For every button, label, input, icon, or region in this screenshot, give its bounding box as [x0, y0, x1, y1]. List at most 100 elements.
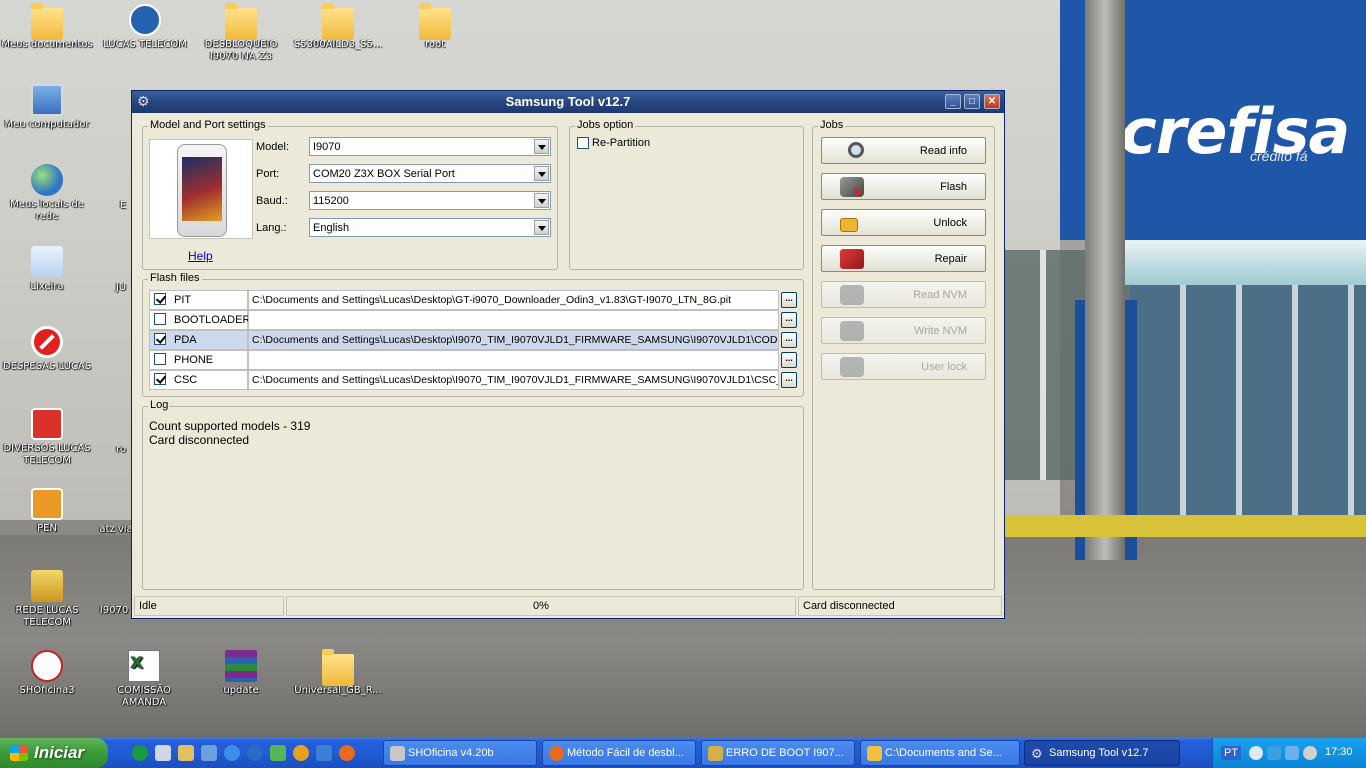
quicklaunch-desktop-icon[interactable]: [201, 745, 217, 761]
browse-button[interactable]: ...: [781, 352, 797, 368]
flash-row-pda[interactable]: PDA C:\Documents and Settings\Lucas\Desk…: [149, 330, 799, 350]
desktop-icon-root[interactable]: root: [388, 3, 482, 51]
repartition-checkbox[interactable]: [577, 137, 589, 149]
flash-row-phone[interactable]: PHONE ...: [149, 350, 799, 370]
model-port-group: Model and Port settings Help Model: I907…: [142, 119, 558, 270]
repair-toolbox-icon: [840, 249, 864, 269]
language-indicator[interactable]: PT: [1221, 746, 1242, 760]
model-value: I9070: [313, 141, 341, 153]
user-lock-button[interactable]: User lock: [821, 353, 986, 380]
task-erro-de-boot[interactable]: ERRO DE BOOT I907...: [701, 740, 855, 766]
tray-network-icon[interactable]: [1267, 746, 1281, 760]
desktop-icon-comissao-amanda[interactable]: COMISSÃO AMANDA: [97, 650, 191, 709]
folder-icon: [225, 3, 257, 40]
key-icon: [31, 488, 63, 520]
quicklaunch-internet-explorer-icon[interactable]: [224, 745, 240, 761]
desktop-icon-label-partial[interactable]: I9070: [96, 605, 132, 617]
flash-row-path[interactable]: C:\Documents and Settings\Lucas\Desktop\…: [248, 290, 779, 310]
desktop-icon-lixeira[interactable]: Lixeira: [0, 246, 94, 293]
quicklaunch-media-icon[interactable]: [247, 745, 263, 761]
bootloader-checkbox[interactable]: [154, 313, 166, 325]
chevron-down-icon[interactable]: [534, 166, 549, 181]
chevron-down-icon[interactable]: [534, 193, 549, 208]
job-button-label: Write NVM: [914, 325, 967, 337]
task-explorer-documents[interactable]: C:\Documents and Se...: [860, 740, 1020, 766]
log-output[interactable]: Count supported models - 319 Card discon…: [149, 419, 310, 447]
quicklaunch-document-icon[interactable]: [155, 745, 171, 761]
desktop-icon-update[interactable]: update: [194, 650, 288, 697]
browse-button[interactable]: ...: [781, 312, 797, 328]
desktop-icon-rede-lucas-telecom[interactable]: REDE LUCAS TELECOM: [0, 570, 94, 629]
minimize-button[interactable]: _: [945, 94, 961, 109]
desktop-icon-meu-computador[interactable]: Meu computador: [0, 84, 94, 131]
winrar-archive-icon: [225, 650, 257, 682]
background-storefront: [1130, 285, 1366, 515]
window-title-bar[interactable]: ⚙ Samsung Tool v12.7 _ □ ✕: [132, 91, 1004, 113]
quicklaunch-firefox-icon[interactable]: [339, 745, 355, 761]
flash-row-path[interactable]: [248, 310, 779, 330]
lang-select[interactable]: English: [309, 218, 551, 237]
background-curb: [1000, 515, 1366, 537]
job-button-label: Unlock: [933, 217, 967, 229]
chevron-down-icon[interactable]: [534, 139, 549, 154]
group-label: Jobs option: [575, 119, 636, 131]
close-button[interactable]: ✕: [984, 94, 1000, 109]
flash-row-pit[interactable]: PIT C:\Documents and Settings\Lucas\Desk…: [149, 290, 799, 310]
flash-row-csc[interactable]: CSC C:\Documents and Settings\Lucas\Desk…: [149, 370, 799, 390]
desktop-icon-desbloqueio[interactable]: DESBLOQUEIO I9070 NA Z3: [194, 3, 288, 63]
flash-row-path[interactable]: C:\Documents and Settings\Lucas\Desktop\…: [248, 370, 779, 390]
read-info-button[interactable]: Read info: [821, 137, 986, 164]
desktop-icon-meus-locais-de-rede[interactable]: Meus locais de rede: [0, 164, 94, 223]
browse-button[interactable]: ...: [781, 332, 797, 348]
desktop-icon-despesas-lucas[interactable]: DESPESAS LUCAS: [0, 326, 94, 373]
pda-checkbox[interactable]: [154, 333, 166, 345]
chevron-down-icon[interactable]: [534, 220, 549, 235]
tray-expand-icon[interactable]: [1249, 746, 1263, 760]
help-link[interactable]: Help: [188, 249, 213, 263]
read-nvm-button[interactable]: Read NVM: [821, 281, 986, 308]
phone-checkbox[interactable]: [154, 353, 166, 365]
csc-checkbox[interactable]: [154, 373, 166, 385]
write-nvm-button[interactable]: Write NVM: [821, 317, 986, 344]
desktop-icon-diversos-lucas-telecom[interactable]: DIVERSOS LUCAS TELECOM: [0, 408, 94, 467]
folder-icon: [322, 649, 354, 686]
quicklaunch-messenger-icon[interactable]: [270, 745, 286, 761]
pit-checkbox[interactable]: [154, 293, 166, 305]
task-shoficina[interactable]: SHOficina v4.20b: [383, 740, 537, 766]
quicklaunch-calculator-icon[interactable]: [178, 745, 194, 761]
tray-network-icon[interactable]: [1285, 746, 1299, 760]
quicklaunch-media-player-icon[interactable]: [293, 745, 309, 761]
task-label: SHOficina v4.20b: [408, 747, 494, 759]
desktop-icon-shoficina3[interactable]: SHOficina3: [0, 650, 94, 697]
clock[interactable]: 17:30: [1325, 746, 1353, 758]
task-firefox-metodo[interactable]: Método Fácil de desbl...: [542, 740, 696, 766]
desktop-icon-s5300[interactable]: S5300AILD3_S5...: [291, 3, 385, 51]
desktop-icon-label-partial[interactable]: atz via: [96, 524, 136, 536]
desktop-icon-label: DESPESAS LUCAS: [2, 361, 92, 372]
start-button[interactable]: Iniciar: [0, 738, 108, 768]
desktop-icon-label: Meu computador: [4, 119, 90, 130]
job-button-label: Repair: [934, 253, 967, 265]
desktop-icon-label: LUCAS TELECOM: [103, 39, 187, 50]
task-samsung-tool[interactable]: ⚙ Samsung Tool v12.7: [1024, 740, 1180, 766]
tray-volume-icon[interactable]: [1303, 746, 1317, 760]
baud-select[interactable]: 115200: [309, 191, 551, 210]
quicklaunch-app-icon[interactable]: [316, 745, 332, 761]
flash-row-path[interactable]: C:\Documents and Settings\Lucas\Desktop\…: [248, 330, 779, 350]
flash-row-bootloader[interactable]: BOOTLOADER ...: [149, 310, 799, 330]
desktop-icon-pen[interactable]: PEN: [0, 488, 94, 535]
desktop-icon-universal-gb[interactable]: Universal_GB_R...: [291, 649, 385, 697]
unlock-button[interactable]: Unlock: [821, 209, 986, 236]
maximize-button[interactable]: □: [964, 94, 980, 109]
repair-button[interactable]: Repair: [821, 245, 986, 272]
flash-row-path[interactable]: [248, 350, 779, 370]
desktop-icon-meus-documentos[interactable]: Meus documentos: [0, 3, 94, 51]
flash-button[interactable]: Flash: [821, 173, 986, 200]
desktop-icon-lucas-telecom[interactable]: LUCAS TELECOM: [98, 4, 192, 51]
model-select[interactable]: I9070: [309, 137, 551, 156]
browse-button[interactable]: ...: [781, 372, 797, 388]
quicklaunch-whatsapp-icon[interactable]: [132, 745, 148, 761]
port-label: Port:: [256, 168, 280, 180]
port-select[interactable]: COM20 Z3X BOX Serial Port: [309, 164, 551, 183]
browse-button[interactable]: ...: [781, 292, 797, 308]
